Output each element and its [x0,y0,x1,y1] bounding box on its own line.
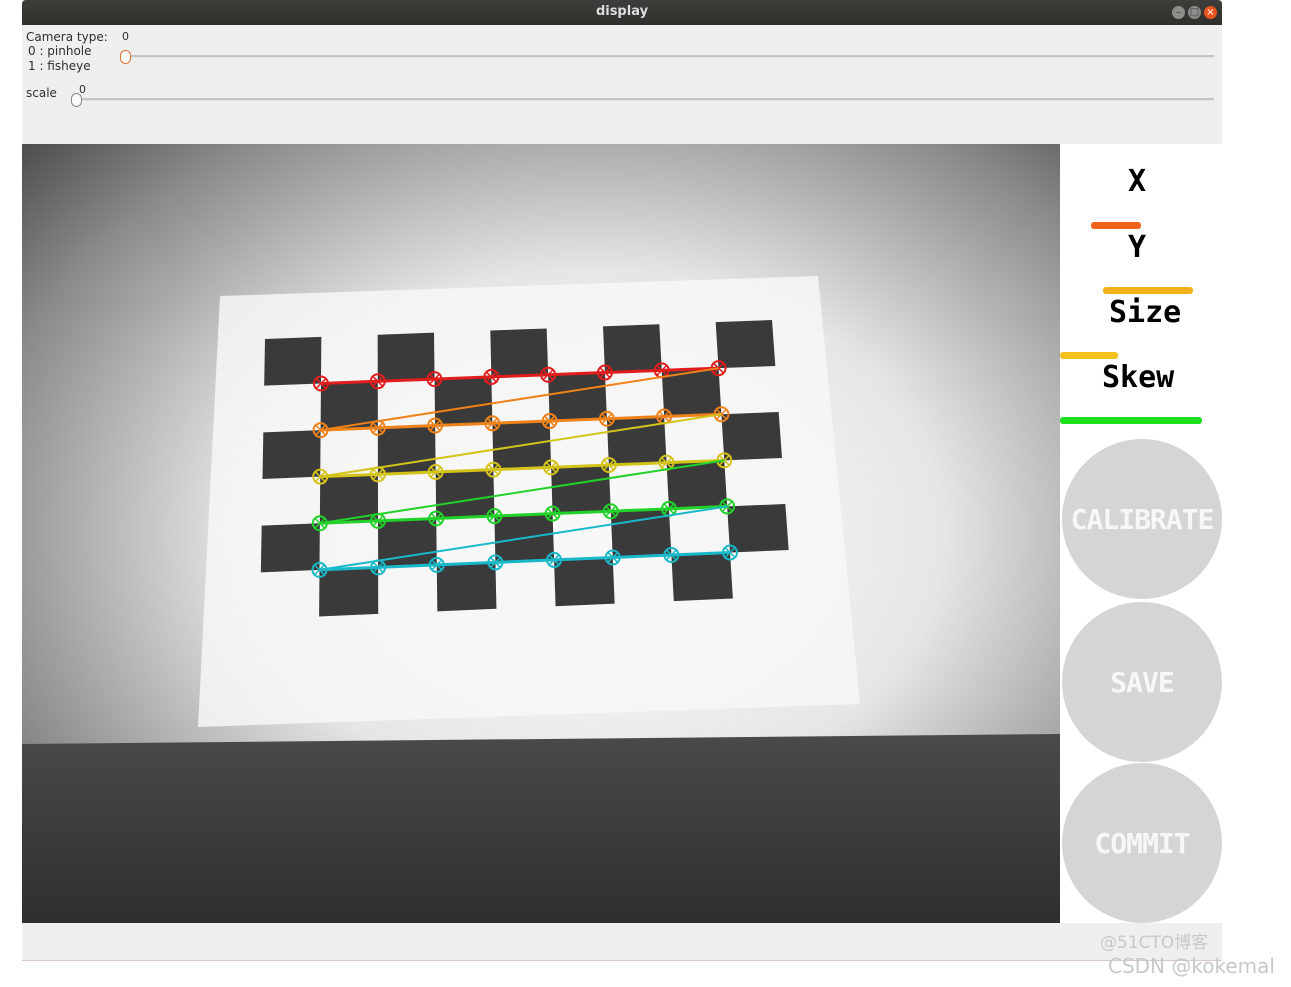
legend-bar-x [1091,222,1141,229]
scale-label: scale [26,86,57,100]
close-button[interactable]: × [1204,6,1217,19]
chessboard-square [319,567,379,617]
camera-type-slider-thumb[interactable] [120,50,131,64]
camera-type-option-fisheye: 1 : fisheye [28,59,91,73]
minimize-button[interactable]: – [1172,6,1185,19]
chessboard-square [377,332,435,382]
chessboard-square [727,504,789,553]
scale-slider-thumb[interactable] [71,93,82,107]
legend-label-y: Y [1128,230,1147,265]
camera-type-label: Camera type: [26,30,108,44]
chessboard-square [260,523,320,573]
chessboard-square [721,412,782,461]
legend-label-skew: Skew [1102,360,1175,395]
legend-bar-size [1060,352,1118,359]
save-button[interactable]: SAVE [1062,602,1222,762]
window-title: display [595,4,649,19]
laptop-bezel [22,734,1060,923]
commit-button[interactable]: COMMIT [1062,763,1222,923]
legend-bar-y [1103,287,1193,294]
calibrate-button[interactable]: CALIBRATE [1062,439,1222,599]
watermark-csdn: CSDN @kokemal [1108,954,1275,978]
calibration-panel: X Y Size Skew CALIBRATE SAVE COMMIT [1060,144,1222,923]
camera-image [22,144,1060,923]
trackbar-panel: Camera type: 0 : pinhole 1 : fisheye 0 s… [22,25,1222,145]
legend-bar-skew [1060,417,1202,424]
title-bar[interactable]: display – □ × [22,0,1222,25]
scale-slider-track[interactable] [73,98,1214,101]
chessboard-square [435,469,495,519]
chessboard-square [551,465,611,514]
chessboard-square [434,376,493,426]
chessboard-square [262,430,321,479]
chessboard-square [490,328,549,377]
chessboard-square [436,562,497,612]
display-window: display – □ × Camera type: 0 : pinhole 1… [22,0,1222,961]
watermark-51cto: @51CTO博客 [1100,933,1209,953]
chessboard-square [554,557,615,607]
chessboard-square [548,372,607,422]
chessboard-square [671,552,733,602]
camera-type-option-pinhole: 0 : pinhole [28,44,92,58]
camera-type-slider-track[interactable] [122,55,1214,58]
legend-label-x: X [1128,164,1147,199]
chessboard-square [264,336,322,386]
chessboard-square [715,320,776,369]
camera-type-value: 0 [122,30,129,43]
chessboard-square [603,324,662,373]
maximize-button[interactable]: □ [1188,6,1201,19]
camera-view [22,144,1060,923]
legend-label-size: Size [1109,295,1182,330]
